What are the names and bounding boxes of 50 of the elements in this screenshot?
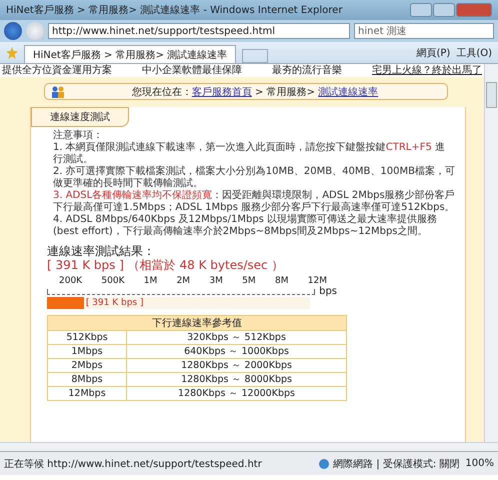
vertical-scrollbar[interactable] bbox=[484, 64, 498, 442]
status-text: 正在等候 http://www.hinet.net/support/testspeed.htr bbox=[4, 458, 262, 470]
notes-text: 注意事項： 1. 本網頁僅限測試連線下載速率，第一次進入此頁面時，請您按下鍵盤按鍵CTRL+F5 進行測試。 2. 亦可選擇實際下載檔案測試，檔案大小分別為10MB、20MB、40MB、100MB檔案，可做更準確的長時間下載傳輸測試。 3. ADSL各種傳輸速率均不保證頻寬：因受距離與環境限制，ADSL 2Mbps服務少部份客戶下行最高僅可達1.5Mbps；ADSL 1Mbps 服務少部分客戶下行最高速率僅可達512Kbps。 4. ADSL 8Mbps/640Kbps 及12Mbps/1Mbps 以現場實際可傳送之最大速率提供服務(best effort)，下行最高傳輸速率介於2Mbps~8Mbps間及2Mbps~12Mbps之間。 bbox=[52, 128, 455, 238]
breadcrumb-link[interactable]: 測試連線速率 bbox=[318, 86, 378, 98]
table-cell: 8Mbps bbox=[48, 372, 127, 386]
table-cell: 512Kbps bbox=[48, 330, 127, 344]
table-cell: 1280Kbps ～ 2000Kbps bbox=[126, 358, 346, 372]
people-icon bbox=[51, 86, 65, 98]
search-field[interactable]: hinet 測速 bbox=[354, 23, 494, 39]
scale-label: 5M bbox=[242, 276, 256, 286]
scale-label: 2M bbox=[176, 276, 190, 286]
ad-link[interactable]: 中小企業軟體最佳保障 bbox=[142, 64, 242, 77]
window-title: HiNet客戶服務 > 常用服務> 測試連線速率 - Windows Internet Explorer bbox=[6, 4, 342, 17]
ad-link[interactable]: 宅男上火線？終於出馬了 bbox=[372, 64, 482, 77]
scale-label: 3M bbox=[209, 276, 223, 286]
scale-label: 8M bbox=[274, 276, 288, 286]
new-tab-button[interactable] bbox=[242, 49, 268, 63]
unit-label: bps bbox=[319, 286, 337, 297]
speed-label: [ 391 K bps ] bbox=[86, 297, 144, 309]
table-cell: 640Kbps ～ 1000Kbps bbox=[126, 344, 346, 358]
breadcrumb: 您現在位在：客戶服務首頁 > 常用服務> 測試連線速率 bbox=[130, 86, 380, 98]
scale-label: 1M bbox=[144, 276, 158, 286]
page-menu[interactable]: 網頁(P) bbox=[416, 46, 450, 60]
ad-link[interactable]: 最夯的流行音樂 bbox=[272, 64, 342, 77]
maximize-button[interactable] bbox=[433, 3, 455, 17]
breadcrumb-link[interactable]: 客戶服務首頁 bbox=[192, 86, 252, 98]
scale-label: 12M bbox=[308, 276, 327, 286]
zoom-control[interactable]: 100% bbox=[465, 458, 494, 469]
back-button[interactable] bbox=[4, 22, 22, 40]
zone-text: 網際網路 | 受保護模式: 關閉 bbox=[333, 458, 460, 470]
browser-tab[interactable]: HiNet客戶服務 > 常用服務> 測試連線速率 bbox=[24, 45, 236, 63]
scale-label: 500K bbox=[101, 276, 124, 286]
result-value: [ 391 K bps ] （相當於 48 K bytes/sec ） bbox=[46, 258, 284, 272]
minimize-button[interactable] bbox=[410, 3, 432, 17]
table-cell: 12Mbps bbox=[48, 386, 127, 400]
horizontal-scrollbar[interactable] bbox=[0, 442, 498, 451]
close-button[interactable] bbox=[456, 3, 492, 17]
address-field[interactable]: http://www.hinet.net/support/testspeed.html bbox=[48, 23, 350, 39]
table-cell: 1280Kbps ～ 12000Kbps bbox=[126, 386, 346, 400]
ad-link[interactable]: 提供全方位資金運用方案 bbox=[2, 64, 112, 77]
tools-menu[interactable]: 工具(O) bbox=[456, 46, 492, 60]
table-cell: 1280Kbps ～ 8000Kbps bbox=[126, 372, 346, 386]
scale-label: 200K bbox=[59, 276, 82, 286]
table-cell: 1Mbps bbox=[48, 344, 127, 358]
section-tab[interactable]: 連線速度測試 bbox=[31, 107, 129, 127]
table-cell: 320Kbps ～ 512Kbps bbox=[126, 330, 346, 344]
table-header: 下行連線速率參考值 bbox=[48, 316, 346, 330]
star-icon[interactable] bbox=[6, 46, 18, 58]
table-cell: 2Mbps bbox=[48, 358, 127, 372]
result-title: 連線速率測試結果： bbox=[46, 244, 156, 258]
